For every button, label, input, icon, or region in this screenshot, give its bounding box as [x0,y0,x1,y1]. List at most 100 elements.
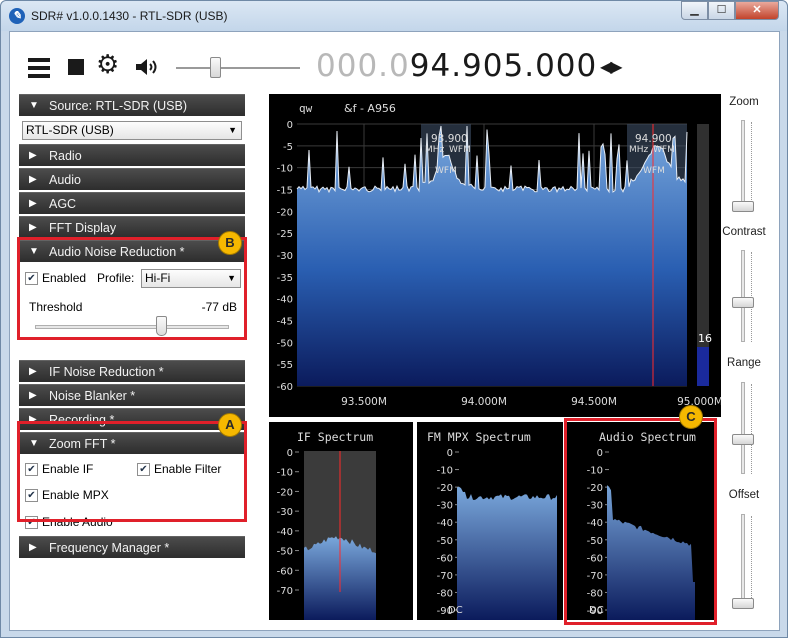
zoom-ticks [751,122,755,212]
panel-header-source[interactable]: ▼ Source: RTL-SDR (USB) [19,94,245,116]
minimize-button[interactable]: ▁ [681,1,708,20]
y-tick-label: -40 [277,527,293,538]
y-tick-label: -70 [277,586,293,597]
y-tick-label: -80 [437,588,453,599]
panel-header-radio[interactable]: ▶ Radio [19,144,245,166]
main-spectrum-panel[interactable]: qw &f - A956 0 -5 -10 -15 -20 -25 -30 -35 -40 -45… [269,94,723,417]
frequency-display[interactable]: 000.094.905.000 [316,48,597,84]
y-tick-label: -15 [277,186,293,197]
y-tick-label: -10 [277,468,293,479]
spectrum-header-right: &f - A956 [344,102,396,115]
station-1-mode: WFM [449,145,471,155]
y-tick-label: -50 [277,547,293,558]
gear-icon[interactable]: ⚙ [96,50,119,80]
badge-a: A [218,413,242,437]
y-tick-label: -30 [277,251,293,262]
y-tick-label: 0 [287,448,293,459]
if-spectrum-title: IF Spectrum [297,430,373,444]
y-tick-label: -30 [277,507,293,518]
tuning-arrows-icon[interactable]: ◀▶ [600,57,623,77]
level-meter-value: 16 [698,332,712,345]
y-tick-label: -70 [437,571,453,582]
range-slider-track[interactable] [741,382,745,474]
y-tick-label: -60 [277,382,293,393]
y-tick-label: 0 [287,120,293,131]
chevron-right-icon: ▶ [29,390,37,401]
chevron-right-icon: ▶ [29,222,37,233]
contrast-slider-thumb[interactable] [732,297,754,308]
chevron-right-icon: ▶ [29,542,37,553]
y-tick-label: -5 [283,142,293,153]
mpx-spectrum-trace [457,486,557,620]
y-tick-label: -60 [437,553,453,564]
zoom-slider-track[interactable] [741,120,745,212]
stop-icon[interactable] [68,59,84,75]
range-label: Range [727,357,761,369]
chevron-right-icon: ▶ [29,198,37,209]
hamburger-menu-icon[interactable] [28,58,50,78]
if-spectrum-panel[interactable]: IF Spectrum 0 -10 -20 -30 -40 -50 -60 -70 [269,422,413,620]
chevron-down-icon: ▼ [29,100,39,111]
panel-header-if-noise-reduction[interactable]: ▶ IF Noise Reduction * [19,360,245,382]
chevron-right-icon: ▶ [29,174,37,185]
client-area: ⚙ 000.094.905.000 ◀▶ ▼ Source: RTL-SDR (U… [9,31,780,631]
frequency-leading-digits: 000.0 [316,48,410,84]
level-meter-fill [697,347,709,386]
frequency-digits: 94.905.000 [409,48,598,84]
x-tick-label: 94.000M [461,396,507,408]
station-2-freq: 94.900 [635,133,672,145]
y-tick-label: -10 [437,466,453,477]
highlight-box-c [564,418,717,625]
main-spectrum-chart[interactable]: qw &f - A956 0 -5 -10 -15 -20 -25 -30 -35 -40 -45… [269,94,723,417]
source-panel: RTL-SDR (USB) ▼ [19,118,245,144]
mpx-spectrum-panel[interactable]: FM MPX Spectrum 0 -10 -20 -30 -40 -50 -60 -70 -8… [417,422,563,620]
contrast-label: Contrast [722,226,766,238]
chevron-right-icon: ▶ [29,366,37,377]
chevron-right-icon: ▶ [29,150,37,161]
close-button[interactable]: ✕ [735,1,779,20]
contrast-slider-track[interactable] [741,250,745,342]
badge-b: B [218,231,242,255]
offset-slider-thumb[interactable] [732,598,754,609]
station-2-mode: WFM [653,145,675,155]
offset-ticks [751,516,755,606]
badge-c: C [679,405,703,429]
source-device-select[interactable]: RTL-SDR (USB) ▼ [22,121,242,140]
panel-header-noise-blanker[interactable]: ▶ Noise Blanker * [19,384,245,406]
station-1-unit: MHz [425,145,445,155]
title-bar[interactable]: ✎ SDR# v1.0.0.1430 - RTL-SDR (USB) ▁ ☐ ✕ [1,1,787,31]
zoom-slider-thumb[interactable] [732,201,754,212]
zoom-label: Zoom [729,96,759,108]
station-1-freq: 93.900 [431,133,468,145]
y-tick-label: -40 [437,518,453,529]
highlight-box-a [17,421,247,522]
y-tick-label: -20 [437,483,453,494]
x-tick-label: 93.500M [341,396,387,408]
panel-header-agc[interactable]: ▶ AGC [19,192,245,214]
y-tick-label: -40 [277,295,293,306]
y-tick-label: -45 [277,317,293,328]
window-title: SDR# v1.0.0.1430 - RTL-SDR (USB) [31,9,228,23]
y-tick-label: -20 [277,207,293,218]
y-tick-label: -10 [277,164,293,175]
y-tick-label: -55 [277,360,293,371]
mpx-x-label: DC [448,605,463,616]
station-2-mode-2: WFM [643,166,665,176]
volume-slider-thumb[interactable] [210,57,221,78]
offset-slider-track[interactable] [741,514,745,606]
highlight-box-b [17,237,247,340]
panel-header-audio[interactable]: ▶ Audio [19,168,245,190]
station-2-unit: MHz [629,145,649,155]
y-tick-label: -50 [277,338,293,349]
y-tick-label: -50 [437,536,453,547]
speaker-icon[interactable] [134,56,162,78]
volume-slider-track[interactable] [176,67,300,69]
panel-header-fft-display[interactable]: ▶ FFT Display [19,216,245,238]
range-slider-thumb[interactable] [732,434,754,445]
panel-header-frequency-manager[interactable]: ▶ Frequency Manager * [19,536,245,558]
y-tick-label: -25 [277,229,293,240]
maximize-button[interactable]: ☐ [708,1,735,20]
mpx-spectrum-title: FM MPX Spectrum [427,430,531,444]
dropdown-arrow-icon: ▼ [228,125,237,135]
y-tick-label: -60 [277,566,293,577]
